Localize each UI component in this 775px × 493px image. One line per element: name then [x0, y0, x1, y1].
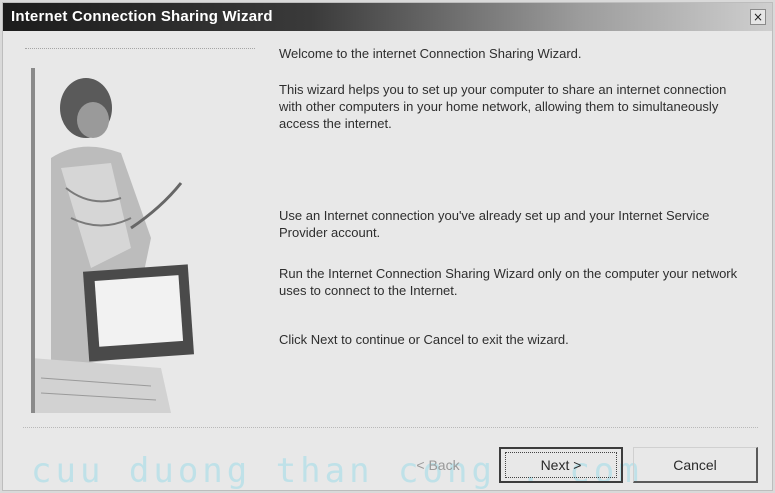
wizard-window: Internet Connection Sharing Wizard × Wel… [2, 2, 773, 491]
next-button[interactable]: Next > [499, 447, 623, 483]
continue-instructions-text: Click Next to continue or Cancel to exit… [279, 332, 569, 347]
run-instructions-text: Run the Internet Connection Sharing Wiza… [279, 266, 738, 298]
back-button[interactable]: < Back [393, 447, 483, 483]
welcome-text: Welcome to the internet Connection Shari… [279, 46, 582, 61]
window-title: Internet Connection Sharing Wizard [11, 8, 273, 25]
title-bar[interactable]: Internet Connection Sharing Wizard × [3, 3, 772, 31]
description-text: This wizard helps you to set up your com… [279, 82, 727, 131]
computer-user-illustration [31, 68, 221, 413]
connection-text: Use an Internet connection you've alread… [279, 208, 710, 240]
close-icon[interactable]: × [750, 9, 766, 25]
button-separator [23, 427, 758, 428]
top-divider [25, 48, 255, 49]
cancel-button[interactable]: Cancel [633, 447, 758, 483]
next-button-label: Next > [505, 452, 617, 478]
